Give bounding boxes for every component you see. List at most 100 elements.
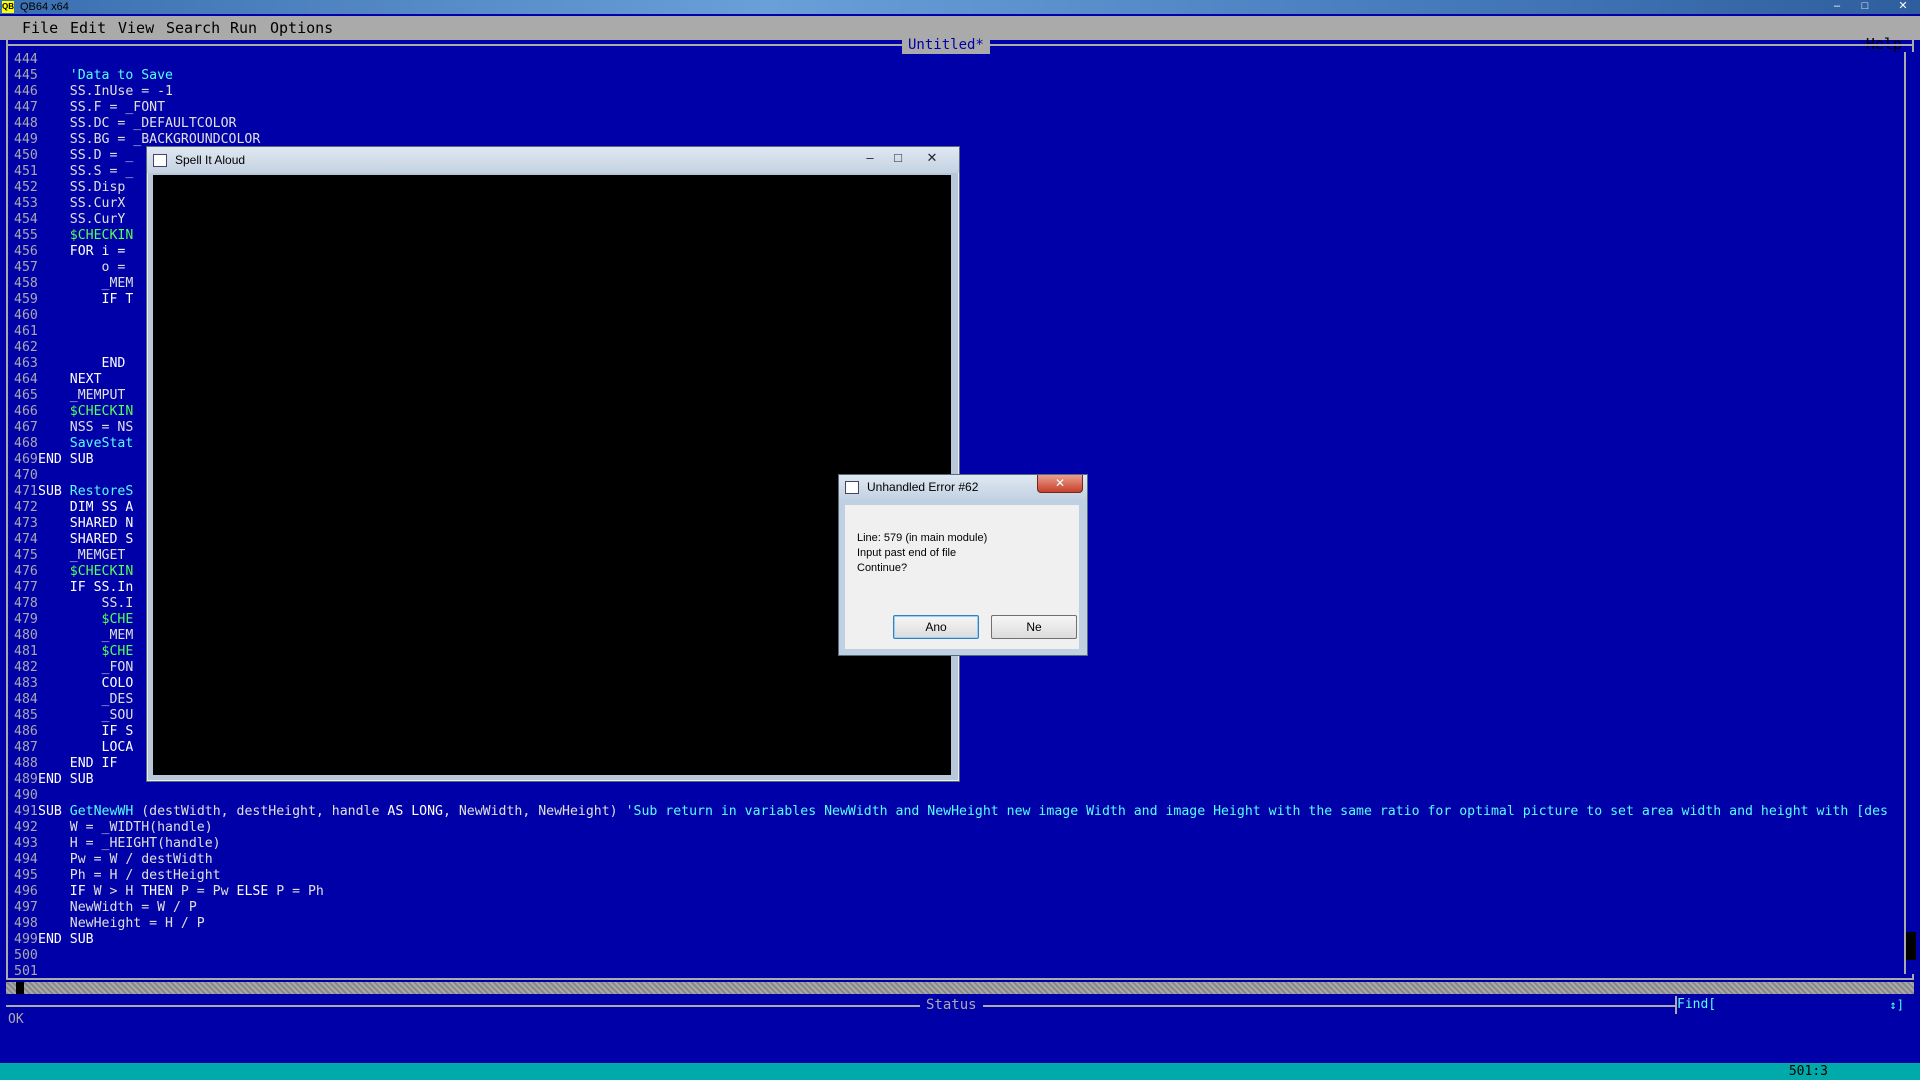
code-line[interactable]: 493 H = _HEIGHT(handle) xyxy=(14,836,1904,852)
error-dialog-body: Line: 579 (in main module) Input past en… xyxy=(845,505,1079,649)
code-line[interactable]: 447 SS.F = _FONT xyxy=(14,100,1904,116)
find-field[interactable]: Find[ xyxy=(1675,996,1907,1014)
line-number: 486 xyxy=(14,724,38,739)
code-line[interactable]: 496 IF W > H THEN P = Pw ELSE P = Ph xyxy=(14,884,1904,900)
code-token: _MEM xyxy=(38,276,134,291)
horizontal-scroll-thumb[interactable] xyxy=(16,982,24,994)
line-number: 451 xyxy=(14,164,38,179)
window-close-button[interactable]: ✕ xyxy=(1892,0,1914,13)
menu-edit[interactable]: Edit xyxy=(70,16,106,40)
spell-maximize-button[interactable]: □ xyxy=(885,149,911,167)
code-token: IF S xyxy=(38,724,134,739)
qb64-app-icon: QB xyxy=(2,1,14,13)
window-title: QB64 x64 xyxy=(20,1,69,13)
code-token: ELSE xyxy=(236,884,269,899)
code-token: , NewWidth, NewHeight) xyxy=(442,804,626,819)
spell-it-aloud-window[interactable]: Spell It Aloud ‒ □ ✕ xyxy=(146,146,960,782)
line-number: 459 xyxy=(14,292,38,307)
code-line[interactable]: 491SUB GetNewWH (destWidth, destHeight, … xyxy=(14,804,1904,820)
line-number: 496 xyxy=(14,884,38,899)
code-token: SS.CurX xyxy=(38,196,126,211)
code-line[interactable]: 448 SS.DC = _DEFAULTCOLOR xyxy=(14,116,1904,132)
code-token: SS.D = _ xyxy=(38,148,134,163)
line-number: 474 xyxy=(14,532,38,547)
code-token: $CHE xyxy=(38,612,134,627)
code-line[interactable]: 445 'Data to Save xyxy=(14,68,1904,84)
code-token: END SUB xyxy=(38,772,94,787)
spell-window-canvas[interactable] xyxy=(153,175,951,775)
code-line[interactable]: 494 Pw = W / destWidth xyxy=(14,852,1904,868)
menu-run[interactable]: Run xyxy=(230,16,257,40)
code-token: P = Ph xyxy=(268,884,324,899)
spell-close-button[interactable]: ✕ xyxy=(919,149,945,167)
code-line[interactable]: 446 SS.InUse = -1 xyxy=(14,84,1904,100)
code-line[interactable]: 498 NewHeight = H / P xyxy=(14,916,1904,932)
line-number: 480 xyxy=(14,628,38,643)
no-button[interactable]: Ne xyxy=(991,615,1077,639)
code-line[interactable]: 499END SUB xyxy=(14,932,1904,948)
code-token: SHARED N xyxy=(38,516,134,531)
code-line[interactable]: 492 W = _WIDTH(handle) xyxy=(14,820,1904,836)
vertical-scroll-thumb[interactable] xyxy=(1906,932,1916,960)
code-token: W > H xyxy=(85,884,142,899)
window-minimize-button[interactable]: – xyxy=(1826,0,1848,13)
line-number: 468 xyxy=(14,436,38,451)
code-line[interactable]: 490 xyxy=(14,788,1904,804)
code-token: IF xyxy=(38,884,86,899)
menu-view[interactable]: View xyxy=(118,16,154,40)
code-token: SUB xyxy=(38,804,70,819)
cursor-position: 501:3 xyxy=(1788,1064,1828,1079)
line-number: 490 xyxy=(14,788,38,803)
yes-button[interactable]: Ano xyxy=(893,615,979,639)
code-token: _FON xyxy=(38,660,134,675)
code-line[interactable]: 500 xyxy=(14,948,1904,964)
code-line[interactable]: 501 xyxy=(14,964,1904,980)
spell-window-titlebar[interactable]: Spell It Aloud ‒ □ ✕ xyxy=(147,147,959,173)
line-number: 465 xyxy=(14,388,38,403)
code-line[interactable]: 495 Ph = H / destHeight xyxy=(14,868,1904,884)
code-token: _SOU xyxy=(38,708,134,723)
menu-search[interactable]: Search xyxy=(166,16,220,40)
horizontal-scrollbar[interactable] xyxy=(6,982,1914,994)
line-number: 497 xyxy=(14,900,38,915)
code-token: _MEM xyxy=(38,628,134,643)
code-token: $CHECKIN xyxy=(38,228,134,243)
code-token: THEN xyxy=(141,884,173,899)
line-number: 464 xyxy=(14,372,38,387)
line-number: 444 xyxy=(14,52,38,67)
vertical-scrollbar[interactable] xyxy=(1904,52,1916,974)
error-close-button[interactable]: ✕ xyxy=(1037,475,1083,493)
line-number: 493 xyxy=(14,836,38,851)
line-number: 446 xyxy=(14,84,38,99)
menu-options[interactable]: Options xyxy=(270,16,333,40)
code-token: W = _WIDTH(handle) xyxy=(38,820,213,835)
line-number: 483 xyxy=(14,676,38,691)
code-line[interactable]: 444 xyxy=(14,52,1904,68)
spell-minimize-button[interactable]: ‒ xyxy=(857,149,883,167)
code-token: Ph = H / destHeight xyxy=(38,868,221,883)
code-token: FOR i = xyxy=(38,244,126,259)
code-token: GetNewWH xyxy=(69,804,134,819)
line-number: 452 xyxy=(14,180,38,195)
code-token: NewHeight = H / P xyxy=(38,916,205,931)
line-number: 482 xyxy=(14,660,38,675)
line-number: 466 xyxy=(14,404,38,419)
menu-file[interactable]: File xyxy=(22,16,58,40)
window-maximize-button[interactable]: □ xyxy=(1854,0,1876,13)
line-number: 501 xyxy=(14,964,38,979)
line-number: 460 xyxy=(14,308,38,323)
code-token: RestoreS xyxy=(69,484,134,499)
line-number: 458 xyxy=(14,276,38,291)
code-token: END SUB xyxy=(38,932,94,947)
line-number: 487 xyxy=(14,740,38,755)
line-number: 492 xyxy=(14,820,38,835)
bottom-status-bar: 501:3 xyxy=(0,1063,1920,1080)
code-line[interactable]: 497 NewWidth = W / P xyxy=(14,900,1904,916)
code-token: P = Pw xyxy=(172,884,237,899)
error-dialog[interactable]: Unhandled Error #62 ✕ Line: 579 (in main… xyxy=(838,474,1088,656)
find-scroll-arrows-icon[interactable]: ↕] xyxy=(1890,996,1904,1014)
line-number: 461 xyxy=(14,324,38,339)
line-number: 500 xyxy=(14,948,38,963)
line-number: 471 xyxy=(14,484,38,499)
error-dialog-icon xyxy=(845,481,859,494)
